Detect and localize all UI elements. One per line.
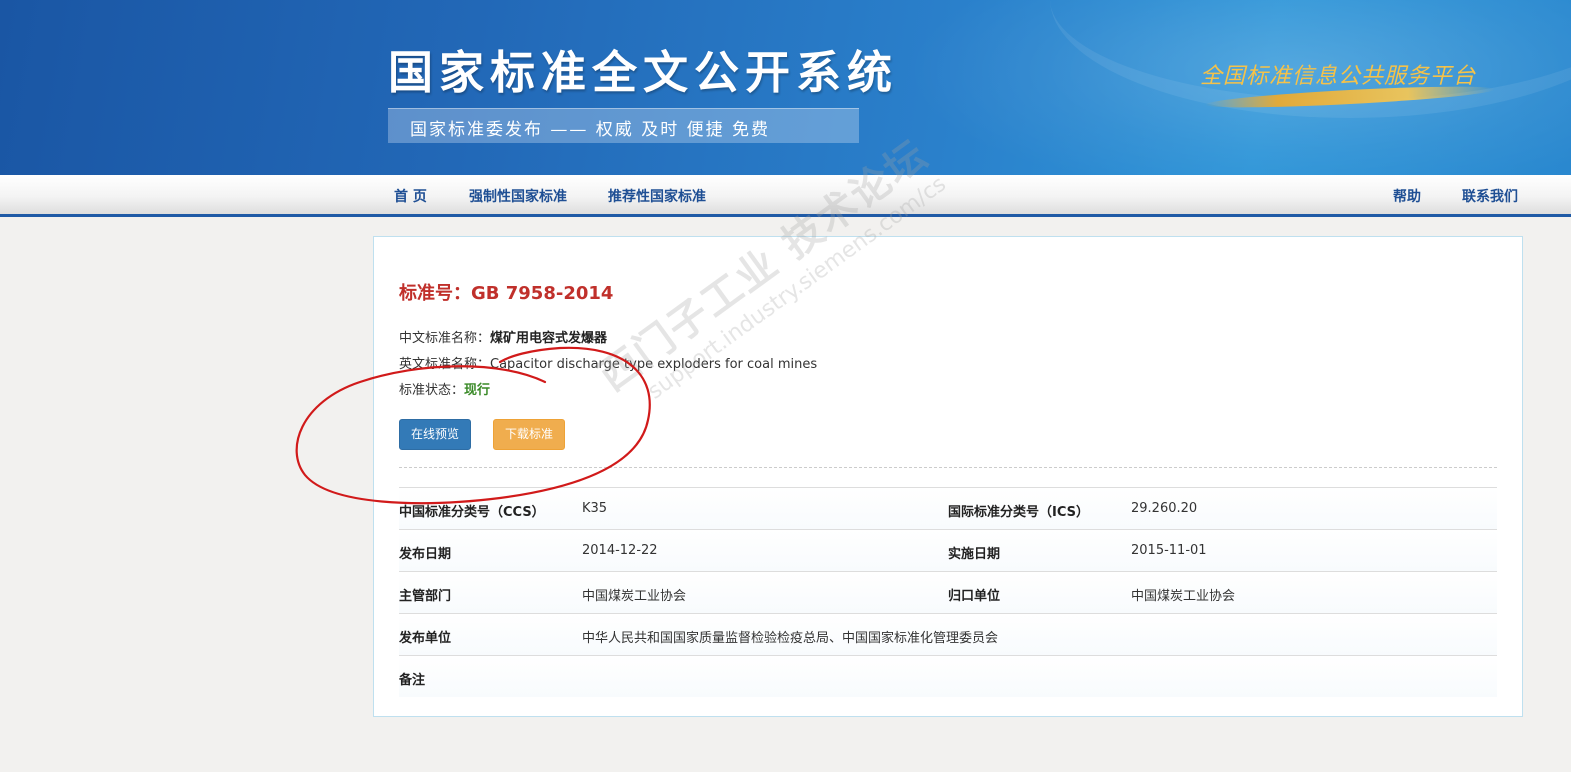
download-standard-button[interactable]: 下载标准: [493, 419, 566, 450]
nav-recommended-standards[interactable]: 推荐性国家标准: [608, 186, 706, 206]
table-row: 主管部门 中国煤炭工业协会 归口单位 中国煤炭工业协会: [399, 571, 1497, 613]
centralized-unit-value: 中国煤炭工业协会: [1131, 589, 1236, 604]
standard-number-label: 标准号：: [399, 283, 471, 304]
cn-name-row: 中文标准名称：煤矿用电容式发爆器: [399, 327, 607, 346]
publish-date-value: 2014-12-22: [582, 543, 658, 558]
main-nav: 首 页 强制性国家标准 推荐性国家标准 帮助 联系我们: [0, 175, 1571, 217]
nav-mandatory-standards[interactable]: 强制性国家标准: [469, 186, 567, 206]
table-row: 备注: [399, 655, 1497, 697]
standard-number: GB 7958-2014: [471, 283, 614, 304]
ccs-label: 中国标准分类号（CCS）: [399, 505, 545, 520]
cn-name-value: 煤矿用电容式发爆器: [490, 331, 608, 346]
site-subtitle-box: 国家标准委发布 —— 权威 及时 便捷 免费: [388, 108, 859, 143]
site-subtitle: 国家标准委发布 —— 权威 及时 便捷 免费: [410, 120, 771, 140]
nav-help[interactable]: 帮助: [1393, 186, 1421, 206]
status-badge: 现行: [464, 383, 491, 398]
status-label: 标准状态：: [399, 383, 465, 398]
ics-value: 29.260.20: [1131, 501, 1198, 516]
en-name-row: 英文标准名称：Capacitor discharge type exploder…: [399, 353, 817, 372]
standard-detail-panel: 标准号：GB 7958-2014 中文标准名称：煤矿用电容式发爆器 英文标准名称…: [373, 236, 1523, 717]
nav-contact-us[interactable]: 联系我们: [1462, 186, 1518, 206]
standard-number-heading: 标准号：GB 7958-2014: [399, 279, 613, 305]
table-row: 发布单位 中华人民共和国国家质量监督检验检疫总局、中国国家标准化管理委员会: [399, 613, 1497, 655]
publisher-value: 中华人民共和国国家质量监督检验检疫总局、中国国家标准化管理委员会: [582, 631, 999, 646]
section-divider: [399, 467, 1497, 468]
ics-label: 国际标准分类号（ICS）: [948, 505, 1089, 520]
online-preview-button[interactable]: 在线预览: [399, 419, 472, 450]
en-name-value: Capacitor discharge type exploders for c…: [490, 357, 818, 372]
header-banner: 国家标准全文公开系统 国家标准委发布 —— 权威 及时 便捷 免费 全国标准信息…: [0, 0, 1571, 175]
authority-label: 主管部门: [399, 589, 452, 604]
ccs-value: K35: [582, 501, 608, 516]
authority-value: 中国煤炭工业协会: [582, 589, 687, 604]
centralized-unit-label: 归口单位: [948, 589, 1001, 604]
table-row: 中国标准分类号（CCS） K35 国际标准分类号（ICS） 29.260.20: [399, 487, 1497, 529]
site-title: 国家标准全文公开系统: [388, 46, 899, 99]
platform-slogan: 全国标准信息公共服务平台: [1200, 64, 1477, 89]
en-name-label: 英文标准名称：: [399, 357, 491, 372]
standard-info-table: 中国标准分类号（CCS） K35 国际标准分类号（ICS） 29.260.20 …: [399, 487, 1497, 697]
implement-date-label: 实施日期: [948, 547, 1001, 562]
implement-date-value: 2015-11-01: [1131, 543, 1207, 558]
remark-label: 备注: [399, 673, 426, 688]
table-row: 发布日期 2014-12-22 实施日期 2015-11-01: [399, 529, 1497, 571]
status-row: 标准状态：现行: [399, 379, 490, 398]
publisher-label: 发布单位: [399, 631, 452, 646]
publish-date-label: 发布日期: [399, 547, 452, 562]
cn-name-label: 中文标准名称：: [399, 331, 491, 346]
nav-home[interactable]: 首 页: [394, 186, 427, 206]
